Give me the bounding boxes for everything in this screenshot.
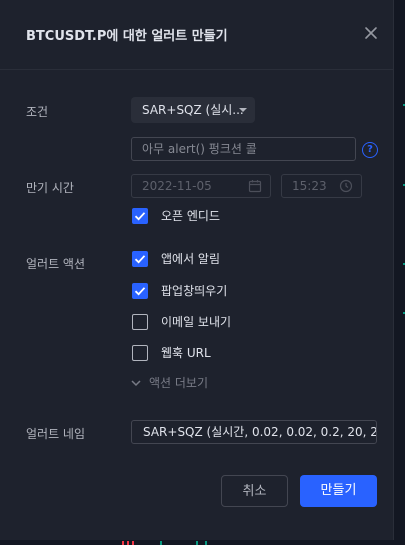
candle-bar	[196, 541, 198, 545]
condition-label: 조건	[26, 105, 49, 119]
checkbox-checked-icon	[132, 208, 148, 224]
candle-bar	[160, 541, 162, 545]
more-actions-toggle[interactable]: 액션 더보기	[131, 374, 208, 392]
condition-select-value: SAR+SQZ (실시...	[142, 103, 244, 117]
condition-select[interactable]: SAR+SQZ (실시...	[131, 97, 255, 123]
candle-bar	[127, 541, 129, 545]
create-alert-dialog: BTCUSDT.P에 대한 얼러트 만들기 조건 SAR+SQZ (실시... …	[0, 0, 394, 545]
alert-name-input[interactable]: SAR+SQZ (실시간, 0.02, 0.02, 0.2, 20, 2, 2	[131, 420, 377, 444]
expiration-label: 만기 시간	[26, 181, 74, 195]
close-icon[interactable]	[362, 24, 380, 42]
candle-bar	[205, 541, 207, 545]
expiration-time-value: 15:23	[292, 179, 327, 193]
action-label: 웹훅 URL	[161, 346, 211, 360]
help-icon[interactable]: ?	[362, 142, 378, 158]
alert-function-input-placeholder: 아무 alert() 펑크션 콜	[142, 142, 257, 156]
checkbox-checked-icon	[132, 283, 148, 299]
checkbox-unchecked-icon	[132, 345, 148, 361]
checkbox-checked-icon	[132, 251, 148, 267]
checkbox-unchecked-icon	[132, 314, 148, 330]
create-button[interactable]: 만들기	[300, 475, 377, 507]
chevron-down-icon	[239, 108, 247, 112]
action-label: 이메일 보내기	[161, 315, 232, 329]
alert-name-value: SAR+SQZ (실시간, 0.02, 0.02, 0.2, 20, 2, 2	[143, 425, 377, 439]
chart-background-strip	[394, 0, 405, 545]
alert-name-label: 얼러트 네임	[26, 427, 86, 441]
chevron-down-icon	[131, 374, 141, 392]
alert-actions-label: 얼러트 액션	[26, 257, 86, 271]
dialog-title: BTCUSDT.P에 대한 얼러트 만들기	[26, 29, 228, 44]
clock-icon	[339, 175, 353, 197]
calendar-icon	[248, 175, 262, 197]
open-ended-label: 오픈 엔디드	[161, 209, 221, 223]
expiration-date-value: 2022-11-05	[142, 179, 212, 193]
expiration-time-field[interactable]: 15:23	[281, 174, 362, 198]
action-label: 앱에서 알림	[161, 252, 221, 266]
dialog-header: BTCUSDT.P에 대한 얼러트 만들기	[0, 0, 394, 70]
alert-function-input[interactable]: 아무 alert() 펑크션 콜	[131, 137, 356, 161]
more-actions-label: 액션 더보기	[149, 376, 209, 390]
candle-bar	[132, 541, 134, 545]
cancel-button[interactable]: 취소	[221, 475, 288, 507]
candle-bar	[122, 541, 124, 545]
action-label: 팝업창띄우기	[161, 284, 228, 298]
expiration-date-field[interactable]: 2022-11-05	[131, 174, 271, 198]
